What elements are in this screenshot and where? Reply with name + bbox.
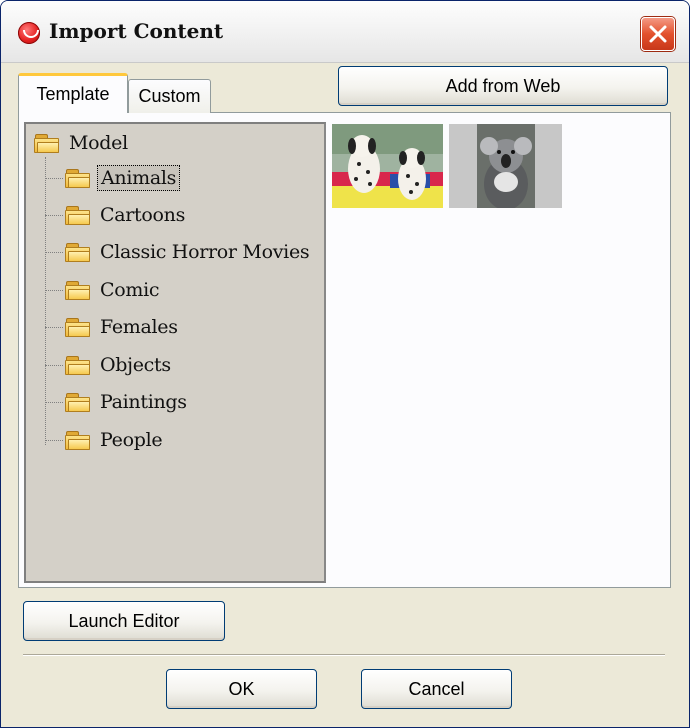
close-icon (649, 25, 667, 43)
tree-item-comic[interactable]: Comic (45, 275, 162, 305)
tree-root-label: Model (69, 132, 128, 154)
folder-icon (34, 133, 60, 153)
tree-item-cartoons[interactable]: Cartoons (45, 200, 188, 230)
tree-item-label: Paintings (100, 391, 187, 413)
folder-icon (65, 280, 91, 300)
tree-item-label: Comic (100, 279, 160, 301)
close-button[interactable] (641, 17, 675, 51)
add-from-web-button[interactable]: Add from Web (338, 66, 668, 106)
tree-item-label: Classic Horror Movies (100, 241, 310, 263)
tree-item-classic-horror-movies[interactable]: Classic Horror Movies (45, 237, 312, 267)
tree-item-females[interactable]: Females (45, 312, 181, 342)
cancel-label: Cancel (408, 678, 465, 699)
folder-icon (65, 392, 91, 412)
tab-custom-label: Custom (138, 86, 201, 106)
folder-icon (65, 168, 91, 188)
tab-custom[interactable]: Custom (128, 79, 211, 113)
tab-template-label: Template (36, 84, 110, 104)
launch-editor-button[interactable]: Launch Editor (23, 601, 225, 641)
koala-image (449, 124, 562, 208)
thumbnail-dalmatians[interactable] (332, 124, 443, 208)
folder-icon (65, 317, 91, 337)
dialog-title: Import Content (49, 19, 224, 43)
tree-item-paintings[interactable]: Paintings (45, 387, 190, 417)
thumbnail-koala[interactable] (449, 124, 562, 208)
tree-item-label: Females (100, 316, 178, 338)
ok-label: OK (228, 678, 255, 699)
launch-editor-label: Launch Editor (68, 610, 180, 631)
app-logo-icon (18, 22, 40, 44)
footer-separator (23, 654, 665, 656)
tree-item-label: Objects (100, 354, 171, 376)
import-content-dialog: Import Content Template Custom Add from … (0, 0, 690, 728)
folder-icon (65, 355, 91, 375)
tree-item-people[interactable]: People (45, 425, 165, 455)
ok-button[interactable]: OK (166, 669, 317, 709)
tree-root-model[interactable]: Model (34, 130, 131, 156)
tree-item-label: People (100, 429, 163, 451)
title-bar[interactable]: Import Content (1, 1, 689, 63)
tab-template[interactable]: Template (18, 73, 128, 113)
folder-icon (65, 205, 91, 225)
add-from-web-label: Add from Web (445, 75, 561, 96)
cancel-button[interactable]: Cancel (361, 669, 512, 709)
tree-item-animals[interactable]: Animals (45, 163, 181, 193)
tree-item-objects[interactable]: Objects (45, 350, 174, 380)
tree-item-label: Animals (97, 165, 181, 191)
tree-item-label: Cartoons (100, 204, 186, 226)
dalmatians-image (332, 124, 443, 208)
folder-icon (65, 242, 91, 262)
folder-icon (65, 430, 91, 450)
category-tree[interactable]: Model Animals Cartoons Classic Horror Mo… (24, 122, 326, 583)
